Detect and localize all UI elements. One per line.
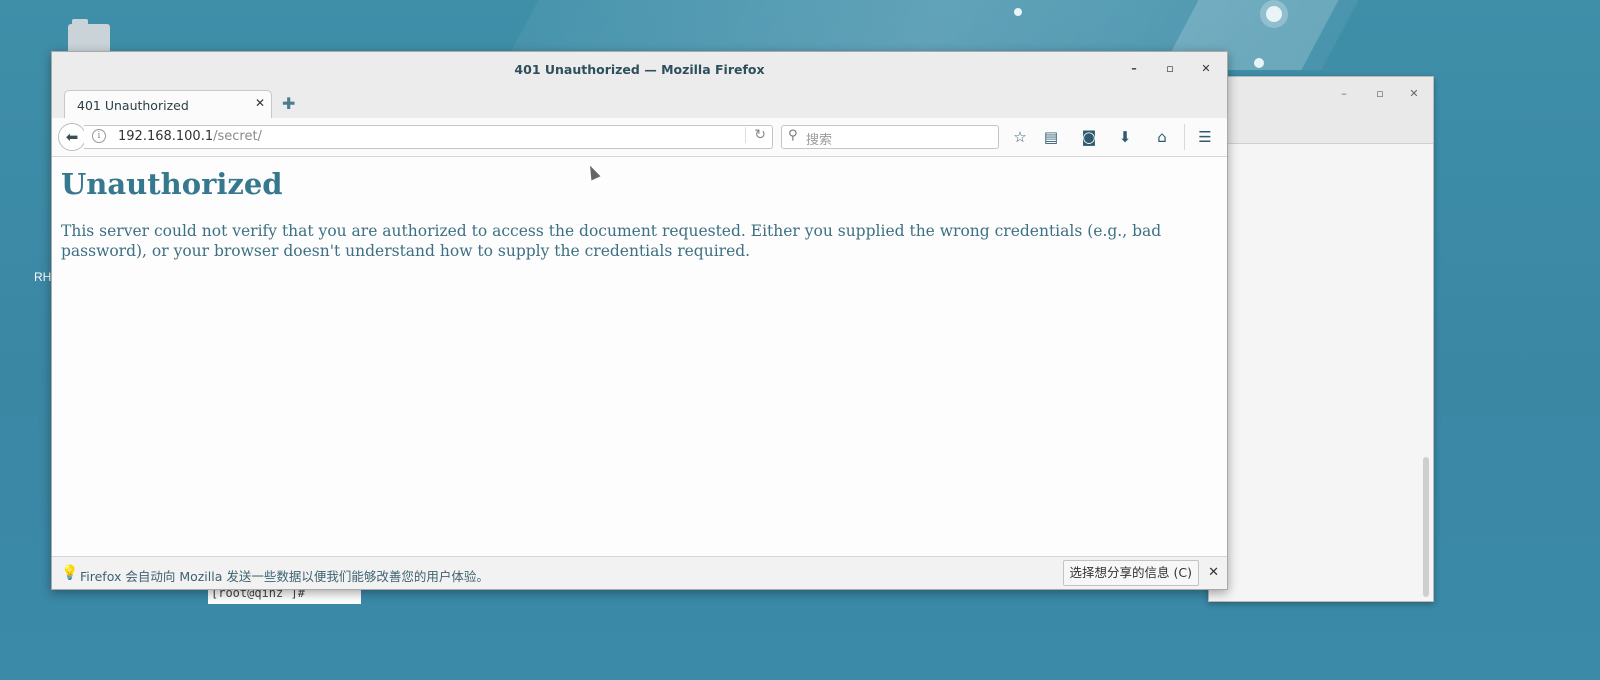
back-button[interactable]: ⬅	[58, 123, 86, 151]
search-placeholder: 搜索	[806, 133, 833, 148]
home-icon[interactable]: ⌂	[1152, 127, 1172, 147]
search-input[interactable]: ⚲ 搜索	[781, 125, 999, 149]
navigation-toolbar: ⬅ i 192.168.100.1/secret/ ↻ ⚲ 搜索 ☆ ▤ ◙ ⬇…	[52, 118, 1227, 157]
pocket-icon[interactable]: ◙	[1079, 127, 1099, 147]
menu-hamburger-icon[interactable]: ☰	[1195, 127, 1215, 147]
notification-text: Firefox 会自动向 Mozilla 发送一些数据以便我们能够改善您的用户体…	[80, 569, 489, 584]
search-icon: ⚲	[788, 128, 798, 143]
page-content: Unauthorized This server could not verif…	[52, 157, 1227, 557]
close-window-button[interactable]: ✕	[1198, 61, 1214, 77]
scrollbar[interactable]	[1423, 457, 1429, 597]
minimize-icon[interactable]: –	[1337, 87, 1351, 100]
close-icon[interactable]: ✕	[1407, 87, 1421, 100]
reload-icon[interactable]: ↻	[745, 127, 766, 143]
desktop-folder-icon[interactable]	[68, 19, 110, 54]
choose-data-to-share-button[interactable]: 选择想分享的信息 (C)	[1062, 560, 1199, 586]
wallpaper-dot	[1254, 58, 1264, 68]
tab-close-icon[interactable]: ✕	[255, 96, 265, 110]
notification-close-icon[interactable]: ✕	[1208, 565, 1219, 580]
wallpaper-dot	[1014, 8, 1022, 16]
reading-list-icon[interactable]: ▤	[1041, 127, 1061, 147]
background-window[interactable]: – ▫ ✕	[1208, 76, 1434, 602]
background-window-titlebar[interactable]: – ▫ ✕	[1209, 77, 1433, 144]
lightbulb-icon: 💡	[61, 565, 79, 581]
wallpaper-dot	[1266, 6, 1282, 22]
url-bar[interactable]: i 192.168.100.1/secret/ ↻	[84, 125, 773, 149]
download-icon[interactable]: ⬇	[1115, 127, 1135, 147]
minimize-button[interactable]: –	[1126, 61, 1142, 77]
url-path: /secret/	[213, 129, 262, 144]
url-host: 192.168.100.1	[118, 129, 214, 144]
notification-bar: 💡 Firefox 会自动向 Mozilla 发送一些数据以便我们能够改善您的用…	[52, 556, 1227, 589]
tab-strip: 401 Unauthorized ✕ ✚	[52, 86, 1227, 118]
maximize-icon[interactable]: ▫	[1373, 87, 1387, 100]
arrow-left-icon: ⬅	[65, 128, 79, 146]
firefox-window[interactable]: 401 Unauthorized — Mozilla Firefox – ▫ ✕…	[51, 51, 1228, 590]
info-icon[interactable]: i	[92, 129, 106, 143]
window-titlebar[interactable]: 401 Unauthorized — Mozilla Firefox – ▫ ✕	[52, 52, 1227, 86]
page-title: Unauthorized	[61, 167, 283, 201]
tab-401-unauthorized[interactable]: 401 Unauthorized ✕	[64, 90, 272, 118]
window-title: 401 Unauthorized — Mozilla Firefox	[514, 62, 765, 77]
toolbar-separator	[1184, 124, 1185, 150]
desktop-icon-label[interactable]: RH	[34, 270, 51, 284]
page-message: This server could not verify that you ar…	[61, 222, 1162, 260]
url-text[interactable]: 192.168.100.1/secret/	[118, 129, 262, 144]
new-tab-icon[interactable]: ✚	[282, 94, 295, 113]
mouse-cursor-icon	[585, 163, 601, 181]
bookmark-star-icon[interactable]: ☆	[1010, 127, 1030, 147]
maximize-button[interactable]: ▫	[1162, 61, 1178, 77]
tab-title: 401 Unauthorized	[77, 98, 189, 113]
